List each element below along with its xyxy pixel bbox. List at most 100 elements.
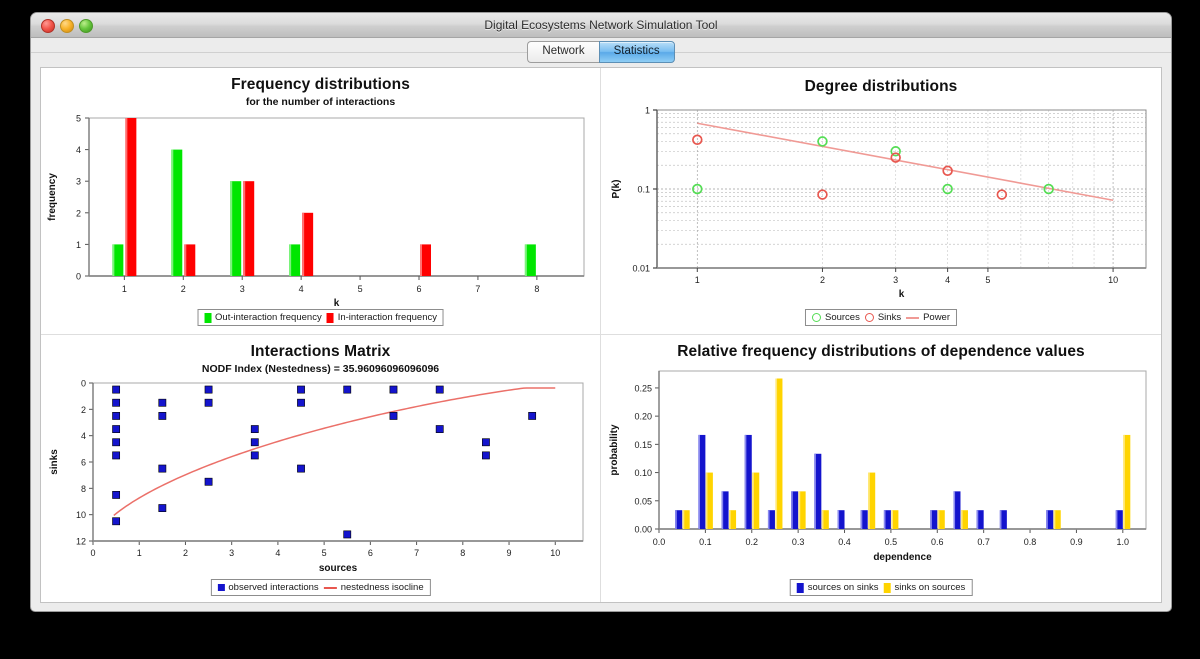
legend-label-out-interaction: Out-interaction frequency (215, 312, 322, 323)
svg-text:2: 2 (181, 284, 186, 294)
svg-text:1: 1 (137, 548, 142, 558)
matrix-chart-legend: observed interactions nestedness isoclin… (210, 579, 431, 596)
svg-text:3: 3 (229, 548, 234, 558)
legend-item-sinks-on-sources: sinks on sources (883, 582, 966, 593)
svg-text:0.8: 0.8 (1024, 537, 1037, 547)
svg-text:0.01: 0.01 (632, 264, 650, 274)
legend-label-observed-interactions: observed interactions (228, 582, 319, 593)
legend-swatch-blue (796, 582, 804, 593)
svg-text:6: 6 (368, 548, 373, 558)
svg-text:1: 1 (645, 106, 650, 116)
legend-item-sources-on-sinks: sources on sinks (796, 582, 879, 593)
svg-text:5: 5 (76, 114, 81, 124)
svg-text:5: 5 (322, 548, 327, 558)
svg-text:6: 6 (81, 458, 86, 468)
svg-text:4: 4 (945, 275, 950, 285)
svg-text:0.3: 0.3 (792, 537, 805, 547)
legend-label-sinks-on-sources: sinks on sources (894, 582, 966, 593)
svg-text:10: 10 (76, 510, 86, 520)
tab-network[interactable]: Network (527, 41, 599, 63)
svg-text:10: 10 (1108, 275, 1118, 285)
svg-text:0.25: 0.25 (634, 383, 652, 393)
degree-chart-title: Degree distributions (804, 78, 958, 95)
svg-text:4: 4 (76, 145, 81, 155)
svg-text:1: 1 (695, 275, 700, 285)
svg-text:sources: sources (319, 563, 358, 574)
legend-marker-sources (811, 313, 821, 322)
svg-text:4: 4 (299, 284, 304, 294)
svg-text:1: 1 (122, 284, 127, 294)
svg-text:7: 7 (475, 284, 480, 294)
svg-text:0: 0 (81, 379, 86, 389)
application-window: Digital Ecosystems Network Simulation To… (30, 12, 1172, 612)
dependence-chart-title: Relative frequency distributions of depe… (677, 343, 1085, 360)
svg-text:1: 1 (76, 240, 81, 250)
svg-text:8: 8 (460, 548, 465, 558)
svg-text:0.2: 0.2 (746, 537, 759, 547)
svg-text:2: 2 (183, 548, 188, 558)
legend-marker-sinks (864, 313, 874, 322)
legend-item-out-interaction: Out-interaction frequency (204, 312, 322, 323)
tab-group: Network Statistics (527, 41, 675, 63)
svg-text:0: 0 (90, 548, 95, 558)
svg-text:0.7: 0.7 (977, 537, 990, 547)
svg-text:7: 7 (414, 548, 419, 558)
legend-line-power (906, 316, 920, 319)
degree-chart-canvas: 0.01 0.1 1 1 2 3 4 5 10 k P(k) (611, 106, 1147, 300)
svg-text:P(k): P(k) (611, 180, 622, 199)
legend-label-sinks: Sinks (877, 312, 902, 323)
svg-text:dependence: dependence (873, 552, 932, 563)
legend-item-sources: Sources (811, 312, 860, 323)
svg-text:frequency: frequency (47, 173, 58, 221)
legend-label-power: Power (923, 312, 951, 323)
window-title: Digital Ecosystems Network Simulation To… (484, 18, 718, 32)
legend-label-sources: Sources (824, 312, 860, 323)
frequency-chart-subtitle: for the number of interactions (245, 96, 396, 108)
panel-dependence-distributions: Relative frequency distributions of depe… (601, 335, 1161, 602)
svg-text:probability: probability (609, 424, 620, 476)
dependence-chart-canvas: 0.00 0.05 0.10 0.15 0.20 0.25 0.0 0.1 0.2 0.3 0.4 0… (609, 370, 1147, 563)
svg-text:2: 2 (820, 275, 825, 285)
legend-line-isocline (323, 586, 337, 589)
legend-item-in-interaction: In-interaction frequency (326, 312, 437, 323)
matrix-chart-title: Interactions Matrix (250, 343, 391, 360)
svg-text:4: 4 (81, 431, 86, 441)
legend-label-sources-on-sinks: sources on sinks (807, 582, 879, 593)
svg-text:0.1: 0.1 (637, 185, 650, 195)
svg-text:sinks: sinks (49, 449, 60, 475)
svg-text:2: 2 (76, 208, 81, 218)
svg-text:0.05: 0.05 (634, 496, 652, 506)
legend-swatch-red (326, 312, 334, 323)
legend-item-sinks: Sinks (864, 312, 902, 323)
svg-text:k: k (334, 298, 340, 308)
svg-text:1.0: 1.0 (1117, 537, 1130, 547)
dependence-chart-legend: sources on sinks sinks on sources (789, 579, 973, 596)
matrix-chart-subtitle: NODF Index (Nestedness) = 35.96096096096… (201, 363, 440, 375)
svg-text:0.0: 0.0 (653, 537, 666, 547)
svg-text:0.20: 0.20 (634, 412, 652, 422)
tab-statistics[interactable]: Statistics (598, 41, 675, 63)
panel-degree-distributions: Degree distributions 0.01 0.1 1 1 2 3 4 5 10 k P(k… (601, 68, 1161, 335)
svg-text:0.9: 0.9 (1070, 537, 1083, 547)
svg-text:0.00: 0.00 (634, 525, 652, 535)
legend-label-nestedness-isocline: nestedness isocline (340, 582, 424, 593)
svg-text:k: k (899, 289, 905, 300)
legend-item-power: Power (906, 312, 950, 323)
matrix-chart-canvas: 0246810120 1 2 3 4 5 6 7 8 9 10sourcessinks (49, 379, 584, 574)
svg-text:0.4: 0.4 (838, 537, 851, 547)
panel-interactions-matrix: Interactions Matrix NODF Index (Nestedne… (41, 335, 601, 602)
svg-text:6: 6 (416, 284, 421, 294)
svg-text:4: 4 (275, 548, 280, 558)
frequency-chart-title: Frequency distributions (231, 76, 410, 93)
legend-item-nestedness-isocline: nestedness isocline (323, 582, 424, 593)
frequency-chart-canvas: 0 1 2 3 4 5 1 2 3 4 5 6 7 8 k frequency (47, 114, 585, 308)
svg-text:0.10: 0.10 (634, 468, 652, 478)
svg-text:0.6: 0.6 (931, 537, 944, 547)
svg-text:3: 3 (240, 284, 245, 294)
svg-text:0.1: 0.1 (699, 537, 712, 547)
statistics-board: Frequency distributions for the number o… (40, 67, 1162, 603)
panel-frequency-distributions: Frequency distributions for the number o… (41, 68, 601, 335)
legend-swatch-blue-square (217, 584, 225, 591)
svg-text:9: 9 (507, 548, 512, 558)
window-titlebar[interactable]: Digital Ecosystems Network Simulation To… (31, 13, 1171, 38)
